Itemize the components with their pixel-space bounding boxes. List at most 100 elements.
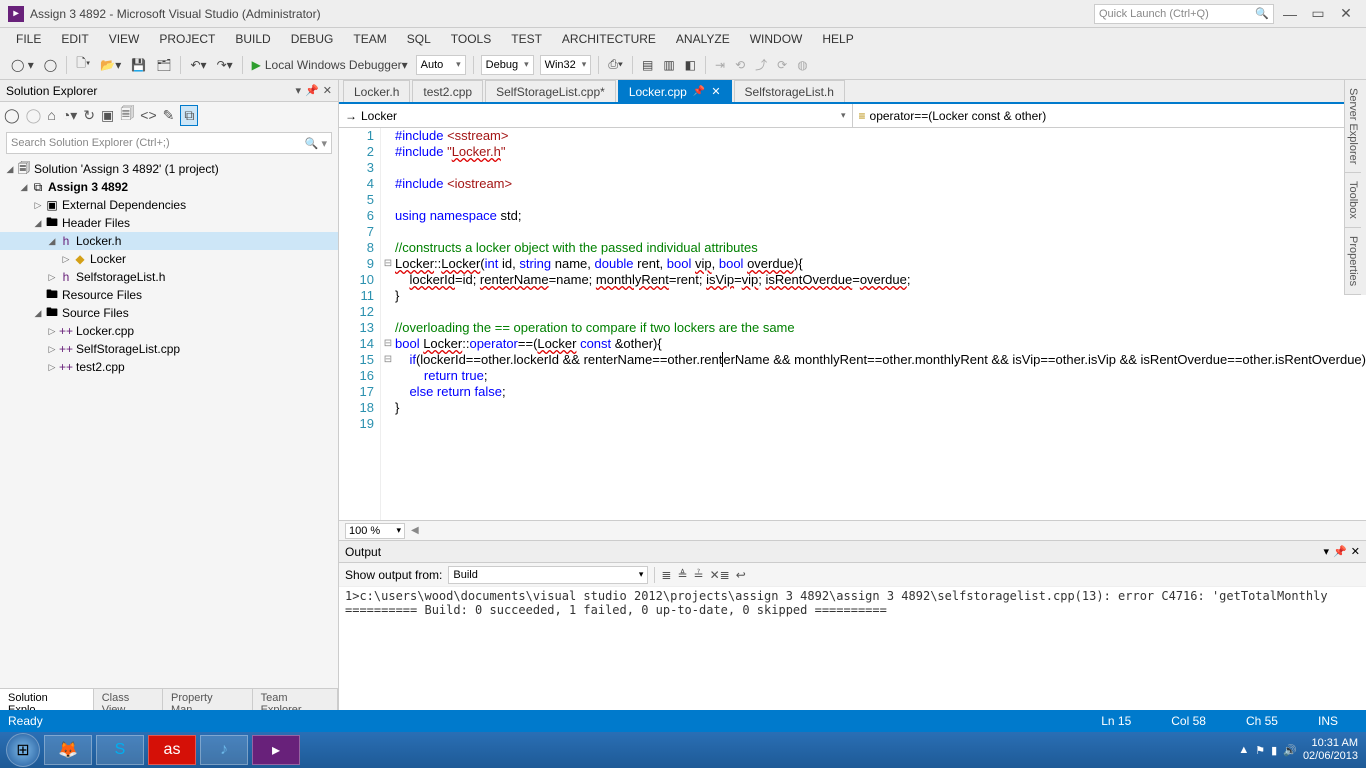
output-goto-icon[interactable]: ≣ [661, 568, 671, 582]
view-class-icon[interactable]: ⧉ [180, 105, 198, 126]
doc-tab[interactable]: SelfStorageList.cpp* [485, 80, 616, 102]
start-debug-button[interactable]: ▶Local Windows Debugger ▾ [248, 54, 412, 76]
taskbar-itunes-icon[interactable]: ♪ [200, 735, 248, 765]
taskbar-vs-icon[interactable]: ▸ [252, 735, 300, 765]
config-target-dropdown[interactable]: Win32▾ [540, 55, 592, 75]
tray-network-icon[interactable]: ▮ [1271, 744, 1277, 757]
system-tray[interactable]: ▲ ⚑ ▮ 🔊 10:31 AM 02/06/2013 [1238, 737, 1362, 763]
nav-fwd-button[interactable]: ◯ [40, 54, 61, 76]
panel-dropdown-icon[interactable]: ▾ [296, 84, 302, 97]
tree-locker-cpp[interactable]: ▷++Locker.cpp [0, 322, 338, 340]
menu-test[interactable]: TEST [501, 32, 552, 46]
taskbar-firefox-icon[interactable]: 🦊 [44, 735, 92, 765]
code-editor[interactable]: 12345678910111213141516171819 ⊟⊟⊟ #inclu… [339, 128, 1366, 520]
collapse-icon[interactable]: ▣ [101, 107, 114, 124]
doc-tab[interactable]: Locker.cpp📌✕ [618, 80, 732, 102]
member-dropdown[interactable]: ≡operator==(Locker const & other)▾ [853, 104, 1366, 127]
start-button[interactable]: ⊞ [6, 733, 40, 767]
new-project-button[interactable]: 🗋▾ [72, 54, 94, 76]
home-icon[interactable]: ⌂ [47, 107, 55, 123]
solexp-tab[interactable]: Team Explorer [253, 689, 338, 710]
tree-resource-files[interactable]: 🖿Resource Files [0, 286, 338, 304]
tree-test2-cpp[interactable]: ▷++test2.cpp [0, 358, 338, 376]
tree-selfstoragelist-h[interactable]: ▷hSelfstorageList.h [0, 268, 338, 286]
taskbar-skype-icon[interactable]: S [96, 735, 144, 765]
pin-icon[interactable]: 📌 [1333, 545, 1347, 558]
undo-button[interactable]: ↶▾ [186, 54, 210, 76]
toolbar-icon[interactable]: ⎙▾ [604, 54, 627, 76]
menu-architecture[interactable]: ARCHITECTURE [552, 32, 666, 46]
config-solution-dropdown[interactable]: Debug▾ [481, 55, 534, 75]
menu-view[interactable]: VIEW [99, 32, 150, 46]
menu-sql[interactable]: SQL [397, 32, 441, 46]
zoom-dropdown[interactable]: 100 %▾ [345, 523, 405, 539]
tray-clock[interactable]: 10:31 AM 02/06/2013 [1303, 737, 1358, 763]
doc-tab[interactable]: test2.cpp [412, 80, 483, 102]
tray-sound-icon[interactable]: 🔊 [1283, 744, 1297, 757]
properties-icon[interactable]: <> [140, 107, 156, 123]
output-wrap-icon[interactable]: ↩ [736, 568, 746, 582]
sync-icon[interactable]: ◔▾ [62, 107, 77, 124]
close-button[interactable]: ✕ [1334, 5, 1358, 22]
fold-column[interactable]: ⊟⊟⊟ [381, 128, 395, 520]
tree-project-node[interactable]: ◢⧉Assign 3 4892 [0, 178, 338, 196]
doc-tab[interactable]: SelfstorageList.h [734, 80, 845, 102]
panel-dropdown-icon[interactable]: ▾ [1324, 545, 1330, 558]
output-source-dropdown[interactable]: Build▾ [448, 566, 648, 584]
code-content[interactable]: #include <sstream>#include "Locker.h"#in… [395, 128, 1366, 520]
taskbar-lastfm-icon[interactable]: as [148, 735, 196, 765]
menu-team[interactable]: TEAM [343, 32, 396, 46]
bookmark-icon[interactable]: ◧ [681, 54, 700, 76]
fwd-icon[interactable]: ◯ [26, 107, 42, 124]
uncomment-icon[interactable]: ▥ [659, 54, 678, 76]
hscroll-left-icon[interactable]: ◀ [411, 525, 419, 536]
tray-action-icon[interactable]: ⚑ [1255, 744, 1265, 757]
panel-close-icon[interactable]: ✕ [1351, 545, 1360, 558]
panel-close-icon[interactable]: ✕ [323, 84, 332, 97]
tree-header-files[interactable]: ◢🖿Header Files [0, 214, 338, 232]
right-tab[interactable]: Server Explorer [1345, 80, 1361, 173]
menu-project[interactable]: PROJECT [149, 32, 225, 46]
solexp-tab[interactable]: Property Man... [163, 689, 253, 710]
menu-debug[interactable]: DEBUG [281, 32, 344, 46]
doc-tab[interactable]: Locker.h [343, 80, 410, 102]
menu-file[interactable]: FILE [6, 32, 51, 46]
tray-up-icon[interactable]: ▲ [1238, 744, 1249, 756]
menu-help[interactable]: HELP [812, 32, 863, 46]
maximize-button[interactable]: ▭ [1306, 5, 1330, 22]
step-icon-5[interactable]: ◍ [793, 54, 811, 76]
solexp-tab[interactable]: Class View [94, 689, 163, 710]
step-icon-3[interactable]: ⤴ [751, 54, 771, 76]
tree-source-files[interactable]: ◢🖿Source Files [0, 304, 338, 322]
menu-edit[interactable]: EDIT [51, 32, 98, 46]
step-icon-2[interactable]: ⟲ [731, 54, 749, 76]
nav-back-button[interactable]: ◯ ▾ [7, 54, 38, 76]
output-next-icon[interactable]: ≟ [694, 568, 704, 582]
tree-locker-h[interactable]: ◢hLocker.h [0, 232, 338, 250]
save-all-button[interactable]: 🗂 [152, 54, 175, 76]
preview-icon[interactable]: ✎ [163, 107, 175, 124]
scope-dropdown[interactable]: →Locker▾ [339, 104, 853, 127]
config-platform-dropdown[interactable]: Auto▾ [416, 55, 466, 75]
output-clear-icon[interactable]: ✕≣ [710, 568, 730, 582]
minimize-button[interactable]: — [1278, 6, 1302, 22]
output-text[interactable]: 1>c:\users\wood\documents\visual studio … [339, 587, 1366, 710]
menu-build[interactable]: BUILD [225, 32, 280, 46]
menu-window[interactable]: WINDOW [740, 32, 813, 46]
step-icon-1[interactable]: ⇥ [711, 54, 729, 76]
refresh-icon[interactable]: ↻ [83, 107, 95, 124]
comment-out-icon[interactable]: ▤ [638, 54, 657, 76]
right-tab[interactable]: Properties [1345, 228, 1361, 295]
menu-analyze[interactable]: ANALYZE [666, 32, 740, 46]
pin-icon[interactable]: 📌 [305, 84, 319, 97]
menu-tools[interactable]: TOOLS [441, 32, 501, 46]
right-tab[interactable]: Toolbox [1345, 173, 1361, 228]
tree-solution-node[interactable]: ◢🗐Solution 'Assign 3 4892' (1 project) [0, 160, 338, 178]
tree-ext-deps[interactable]: ▷▣External Dependencies [0, 196, 338, 214]
back-icon[interactable]: ◯ [4, 107, 20, 124]
tree-locker-class[interactable]: ▷◆Locker [0, 250, 338, 268]
redo-button[interactable]: ↷▾ [213, 54, 237, 76]
step-icon-4[interactable]: ⟳ [773, 54, 791, 76]
show-all-icon[interactable]: 🗐 [120, 103, 134, 127]
solution-tree[interactable]: ◢🗐Solution 'Assign 3 4892' (1 project) ◢… [0, 158, 338, 688]
